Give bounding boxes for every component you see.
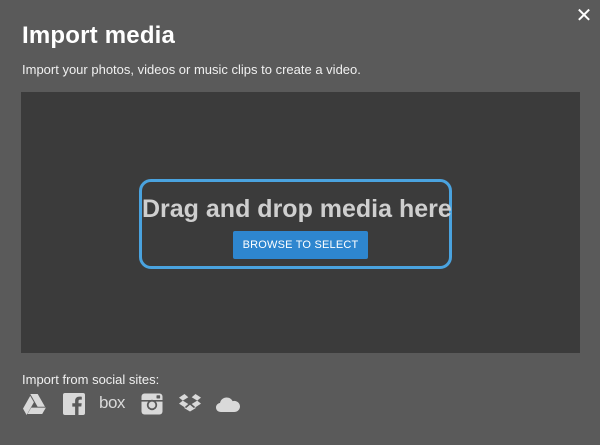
instagram-icon[interactable] bbox=[140, 392, 164, 416]
close-button[interactable]: ✕ bbox=[574, 6, 594, 26]
dialog-subtitle: Import your photos, videos or music clip… bbox=[22, 62, 361, 77]
social-import-label: Import from social sites: bbox=[22, 372, 160, 387]
dropbox-icon[interactable] bbox=[178, 392, 202, 416]
onedrive-icon[interactable] bbox=[214, 392, 240, 416]
drop-zone[interactable]: Drag and drop media here BROWSE TO SELEC… bbox=[21, 92, 580, 353]
dialog-title: Import media bbox=[22, 22, 176, 49]
box-icon[interactable]: box bbox=[99, 392, 129, 416]
drop-target[interactable]: Drag and drop media here BROWSE TO SELEC… bbox=[139, 179, 452, 269]
social-icons: box bbox=[22, 392, 252, 416]
browse-to-select-button[interactable]: BROWSE TO SELECT bbox=[233, 231, 368, 259]
drop-instruction: Drag and drop media here bbox=[142, 195, 452, 223]
facebook-icon[interactable] bbox=[62, 392, 86, 416]
google-drive-icon[interactable] bbox=[22, 392, 46, 416]
